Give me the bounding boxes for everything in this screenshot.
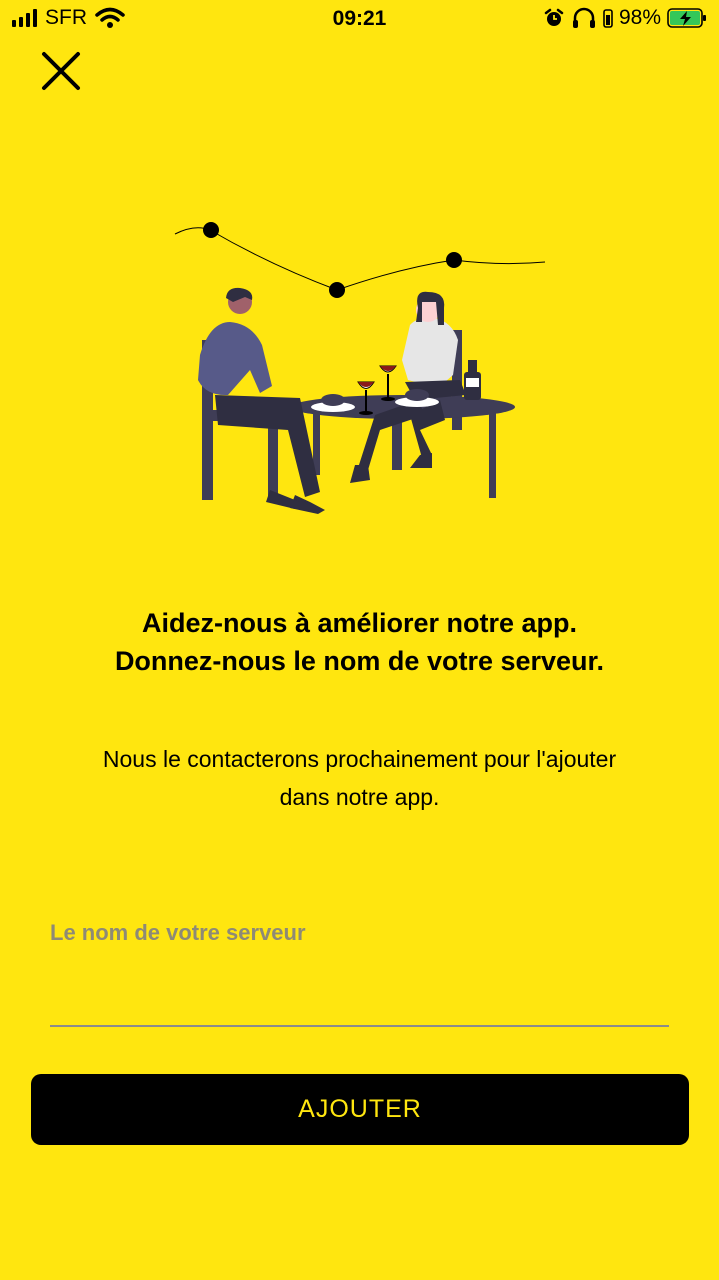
headline-line-2: Donnez-nous le nom de votre serveur. xyxy=(114,646,605,676)
status-bar: SFR 09:21 98% xyxy=(0,0,719,40)
server-name-label: Le nom de votre serveur xyxy=(50,920,306,945)
add-button[interactable]: AJOUTER xyxy=(31,1074,689,1145)
close-icon[interactable] xyxy=(38,48,84,94)
page-title: Aidez-nous à améliorer notre app. Donnez… xyxy=(30,604,689,680)
headphones-icon xyxy=(572,7,595,28)
subtext-line-2: dans notre app. xyxy=(279,784,440,810)
server-name-input[interactable] xyxy=(50,955,669,1027)
alarm-icon xyxy=(544,8,564,26)
dinner-couple-illustration xyxy=(174,222,546,514)
status-right: 98% xyxy=(543,6,707,30)
battery-small-icon xyxy=(603,9,613,28)
battery-charging-icon xyxy=(667,8,706,28)
subtext-line-1: Nous le contacterons prochainement pour … xyxy=(102,746,617,772)
description-text: Nous le contacterons prochainement pour … xyxy=(30,740,689,816)
battery-percent: 98% xyxy=(618,6,661,29)
headline-line-1: Aidez-nous à améliorer notre app. xyxy=(141,608,578,638)
